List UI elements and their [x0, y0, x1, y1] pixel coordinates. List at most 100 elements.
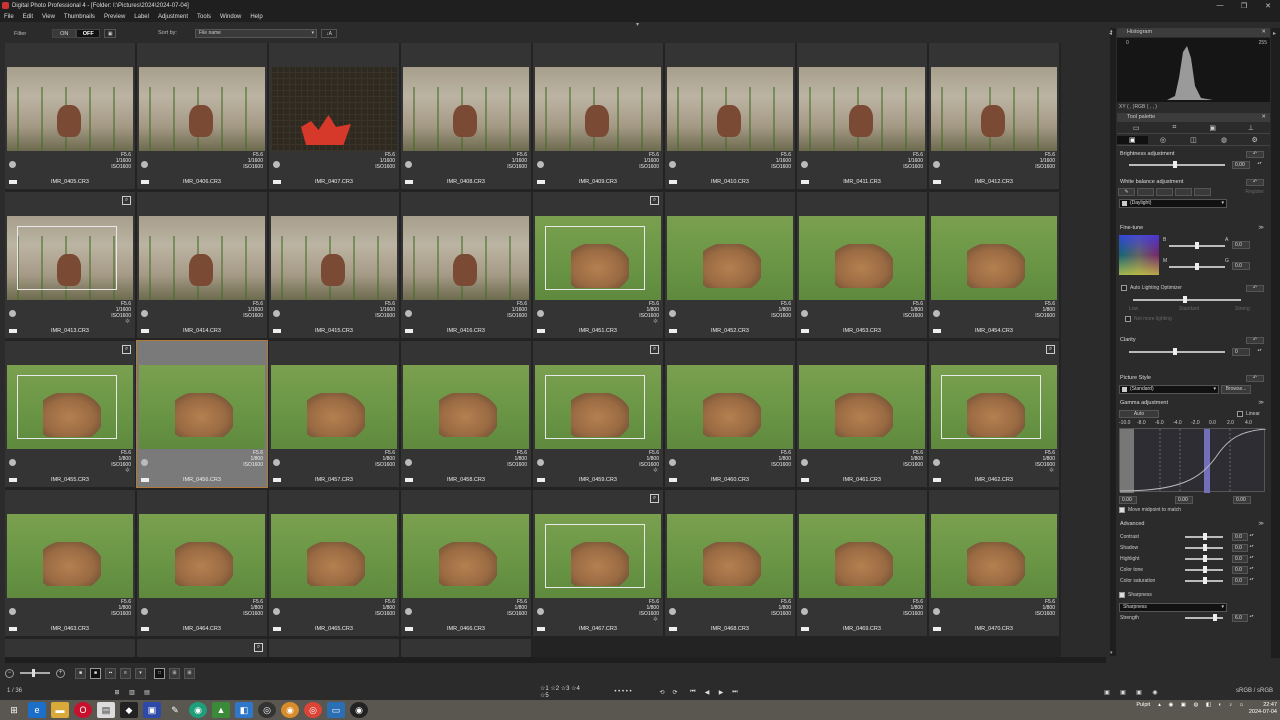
- alo-knob[interactable]: [1183, 296, 1187, 303]
- label-dots[interactable]: • • • • •: [598, 687, 648, 697]
- thumbnail-cell[interactable]: F5.6 1/800 ISO1600 IMR_0470.CR3: [929, 490, 1059, 636]
- menu-adjustment[interactable]: Adjustment: [158, 14, 188, 20]
- minimize-button[interactable]: —: [1208, 0, 1232, 11]
- thumbnail-cell[interactable]: F5.6 1/1600 ISO1600 IMR_0411.CR3: [797, 43, 927, 189]
- thumbnail-image[interactable]: [271, 216, 397, 300]
- thumbnail-cell[interactable]: [401, 639, 531, 657]
- grid-horizontal-scrollbar[interactable]: [5, 657, 1106, 663]
- thumbnail-image[interactable]: [271, 67, 397, 151]
- color-grid[interactable]: [1119, 235, 1159, 275]
- thumbnail-image[interactable]: [7, 216, 133, 300]
- rating-filter-icons[interactable]: ☆1 ☆2 ☆3 ☆4 ☆5: [540, 686, 590, 699]
- menu-label[interactable]: Label: [134, 14, 149, 20]
- grid-view-icon[interactable]: ⊞: [184, 667, 195, 679]
- thumbnail-image[interactable]: [403, 514, 529, 598]
- ft-mg-value[interactable]: 0.0: [1232, 262, 1250, 270]
- view-large-icon[interactable]: ■: [75, 667, 86, 679]
- layout-list-icon[interactable]: ▤: [142, 687, 152, 697]
- monitor-app-icon[interactable]: ▭: [327, 702, 345, 718]
- thumbnail-image[interactable]: [139, 514, 265, 598]
- gamma-mid-value[interactable]: 0.00: [1175, 496, 1193, 504]
- thumbnail-cell[interactable]: ⌕ F5.6 1/800 ISO1600 IMR_0462.CR3 ✲: [929, 341, 1059, 487]
- clarity-reset-icon[interactable]: ↶: [1246, 337, 1264, 344]
- ps-reset-icon[interactable]: ↶: [1246, 375, 1264, 382]
- advanced-knob[interactable]: [1203, 555, 1207, 562]
- tab-tone-icon[interactable]: ◫: [1178, 136, 1209, 144]
- brightness-spinner[interactable]: ▴▾: [1257, 161, 1262, 169]
- ft-mg-knob[interactable]: [1195, 263, 1199, 270]
- thumbnail-cell[interactable]: F5.6 1/800 ISO1600 IMR_0468.CR3: [665, 490, 795, 636]
- thumbnail-cell[interactable]: F5.6 1/800 ISO1600 IMR_0465.CR3: [269, 490, 399, 636]
- camera-icon[interactable]: ◉: [1150, 687, 1160, 697]
- menu-preview[interactable]: Preview: [104, 14, 125, 20]
- thumbnail-cell[interactable]: F5.6 1/1600 ISO1600 IMR_0407.CR3: [269, 43, 399, 189]
- panel-close-icon[interactable]: ✕: [1261, 28, 1266, 37]
- thumbnail-cell[interactable]: F5.6 1/800 ISO1600 IMR_0463.CR3: [5, 490, 135, 636]
- expand-icon[interactable]: ≫: [1258, 399, 1264, 408]
- thumbnail-image[interactable]: [7, 365, 133, 449]
- view-small-icon[interactable]: ▪▪: [105, 667, 116, 679]
- file-explorer-icon[interactable]: ▬: [51, 702, 69, 718]
- zoom-focus-icon[interactable]: ⌕: [1046, 345, 1055, 354]
- brightness-slider[interactable]: [1129, 164, 1225, 166]
- menu-thumbnails[interactable]: Thumbnails: [64, 14, 95, 20]
- first-image-icon[interactable]: ⏮: [688, 687, 698, 697]
- midpoint-checkbox[interactable]: [1119, 507, 1125, 513]
- clarity-slider[interactable]: [1129, 351, 1225, 353]
- zoom-focus-icon[interactable]: ⌕: [254, 643, 263, 652]
- wb-preset-2[interactable]: [1156, 188, 1173, 196]
- advanced-value[interactable]: 0.0: [1232, 544, 1248, 552]
- thumbnail-image[interactable]: [535, 67, 661, 151]
- advanced-value[interactable]: 0.0: [1232, 555, 1248, 563]
- ft-ba-knob[interactable]: [1195, 242, 1199, 249]
- zoom-in-icon[interactable]: +: [56, 668, 65, 678]
- gamma-auto-button[interactable]: Auto: [1119, 410, 1159, 418]
- next-image-icon[interactable]: ▶: [716, 687, 726, 697]
- thumbnail-cell[interactable]: F5.6 1/1600 ISO1600 IMR_0414.CR3: [137, 192, 267, 338]
- chrome-icon[interactable]: ◎: [304, 702, 322, 718]
- notepad-icon[interactable]: ▤: [97, 702, 115, 718]
- thumbnail-cell[interactable]: ⌕ F5.6 1/800 ISO1600 IMR_0455.CR3 ✲: [5, 341, 135, 487]
- clock[interactable]: 22:47 2024-07-04: [1249, 702, 1277, 716]
- thumbnail-cell[interactable]: F5.6 1/1600 ISO1600 IMR_0406.CR3: [137, 43, 267, 189]
- tab-crop-icon[interactable]: ⌗: [1155, 124, 1193, 132]
- advanced-knob[interactable]: [1203, 577, 1207, 584]
- picture-style-select[interactable]: (Standard) ▾: [1119, 385, 1219, 394]
- clarity-value[interactable]: 0: [1232, 348, 1250, 356]
- thumbnail-cell[interactable]: F5.6 1/800 ISO1600 IMR_0452.CR3: [665, 192, 795, 338]
- thumbnail-image[interactable]: [667, 216, 793, 300]
- opera-icon[interactable]: O: [74, 702, 92, 718]
- advanced-knob[interactable]: [1203, 533, 1207, 540]
- thumbnail-image[interactable]: [139, 67, 265, 151]
- thumbnail-cell[interactable]: F5.6 1/1600 ISO1600 IMR_0412.CR3: [929, 43, 1059, 189]
- panel-collapse-left-icon[interactable]: ◂: [1109, 30, 1112, 37]
- thumbnail-image[interactable]: [667, 365, 793, 449]
- thumbnail-cell[interactable]: F5.6 1/800 ISO1600 IMR_0458.CR3: [401, 341, 531, 487]
- thumbnail-cell[interactable]: F5.6 1/800 ISO1600 IMR_0469.CR3: [797, 490, 927, 636]
- sort-select[interactable]: File name ▾: [195, 29, 317, 38]
- rotate-right-icon[interactable]: ⟳: [670, 687, 680, 697]
- alo-sub-checkbox[interactable]: [1125, 316, 1131, 322]
- thumbnail-cell[interactable]: ⌕: [137, 639, 267, 657]
- thumbnail-image[interactable]: [403, 216, 529, 300]
- menu-file[interactable]: File: [4, 14, 14, 20]
- tab-settings-icon[interactable]: ⚙: [1239, 136, 1270, 144]
- wb-select[interactable]: (Daylight) ▾: [1119, 199, 1227, 208]
- advanced-value[interactable]: 0.0: [1232, 577, 1248, 585]
- thumbnail-image[interactable]: [403, 67, 529, 151]
- menu-window[interactable]: Window: [220, 14, 241, 20]
- layout-split-icon[interactable]: ▥: [127, 687, 137, 697]
- network-app-icon[interactable]: ◧: [235, 702, 253, 718]
- thumbnail-cell[interactable]: ⌕ F5.6 1/1600 ISO1600 IMR_0413.CR3 ✲: [5, 192, 135, 338]
- thumbnail-image[interactable]: [799, 514, 925, 598]
- advanced-value[interactable]: 0.0: [1232, 533, 1248, 541]
- save-disk-icon[interactable]: ▣: [143, 702, 161, 718]
- brightness-knob[interactable]: [1173, 161, 1177, 168]
- camera-app-icon[interactable]: ◎: [258, 702, 276, 718]
- thumbnail-cell[interactable]: ⌕ F5.6 1/800 ISO1600 IMR_0467.CR3 ✲: [533, 490, 663, 636]
- thumbnail-image[interactable]: [931, 514, 1057, 598]
- zoom-focus-icon[interactable]: ⌕: [650, 494, 659, 503]
- thumbnail-image[interactable]: [271, 514, 397, 598]
- thumbnail-image[interactable]: [7, 67, 133, 151]
- panel-toggle-3-icon[interactable]: ▣: [1134, 687, 1144, 697]
